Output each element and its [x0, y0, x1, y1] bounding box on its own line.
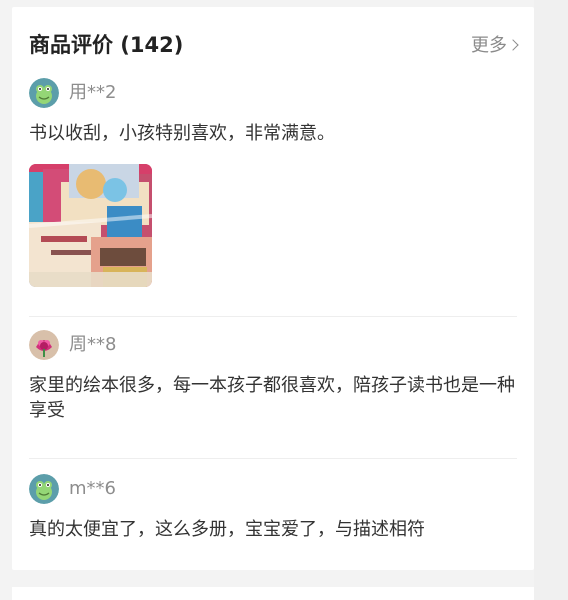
review-user: 周**8 — [29, 330, 517, 360]
review-item: m**6 真的太便宜了，这么多册，宝宝爱了，与描述相符 — [29, 474, 517, 560]
review-user: 用**2 — [29, 78, 517, 108]
review-divider — [29, 316, 517, 317]
review-username: 周**8 — [69, 334, 117, 355]
frog-avatar-icon — [29, 78, 59, 108]
more-reviews-link[interactable]: 更多 — [471, 31, 519, 57]
review-divider — [29, 458, 517, 459]
next-panel-edge — [12, 587, 534, 600]
review-content: 家里的绘本很多，每一本孩子都很喜欢，陪孩子读书也是一种享受 — [29, 375, 515, 421]
chevron-right-icon — [507, 38, 519, 51]
frog-avatar-icon — [29, 474, 59, 504]
review-page: 商品评价 (142) 更多 用**2 书以收刮，小孩特别喜欢，非常满意。 周**… — [0, 0, 568, 600]
review-user: m**6 — [29, 474, 517, 504]
review-item: 用**2 书以收刮，小孩特别喜欢，非常满意。 — [29, 78, 517, 304]
pink-flower-avatar-icon — [29, 330, 59, 360]
right-gutter — [534, 0, 568, 600]
reviews-title: 商品评价 (142) — [29, 33, 184, 57]
review-content: 书以收刮，小孩特别喜欢，非常满意。 — [29, 123, 335, 144]
more-label: 更多 — [471, 35, 507, 56]
review-username: m**6 — [69, 478, 116, 499]
review-username: 用**2 — [69, 82, 117, 103]
review-item: 周**8 家里的绘本很多，每一本孩子都很喜欢，陪孩子读书也是一种享受 — [29, 330, 517, 447]
product-reviews-panel: 商品评价 (142) 更多 用**2 书以收刮，小孩特别喜欢，非常满意。 周**… — [12, 7, 534, 570]
reviews-header: 商品评价 (142) 更多 — [29, 29, 519, 59]
review-content: 真的太便宜了，这么多册，宝宝爱了，与描述相符 — [29, 519, 425, 540]
review-image-thumbnail[interactable] — [29, 164, 152, 287]
